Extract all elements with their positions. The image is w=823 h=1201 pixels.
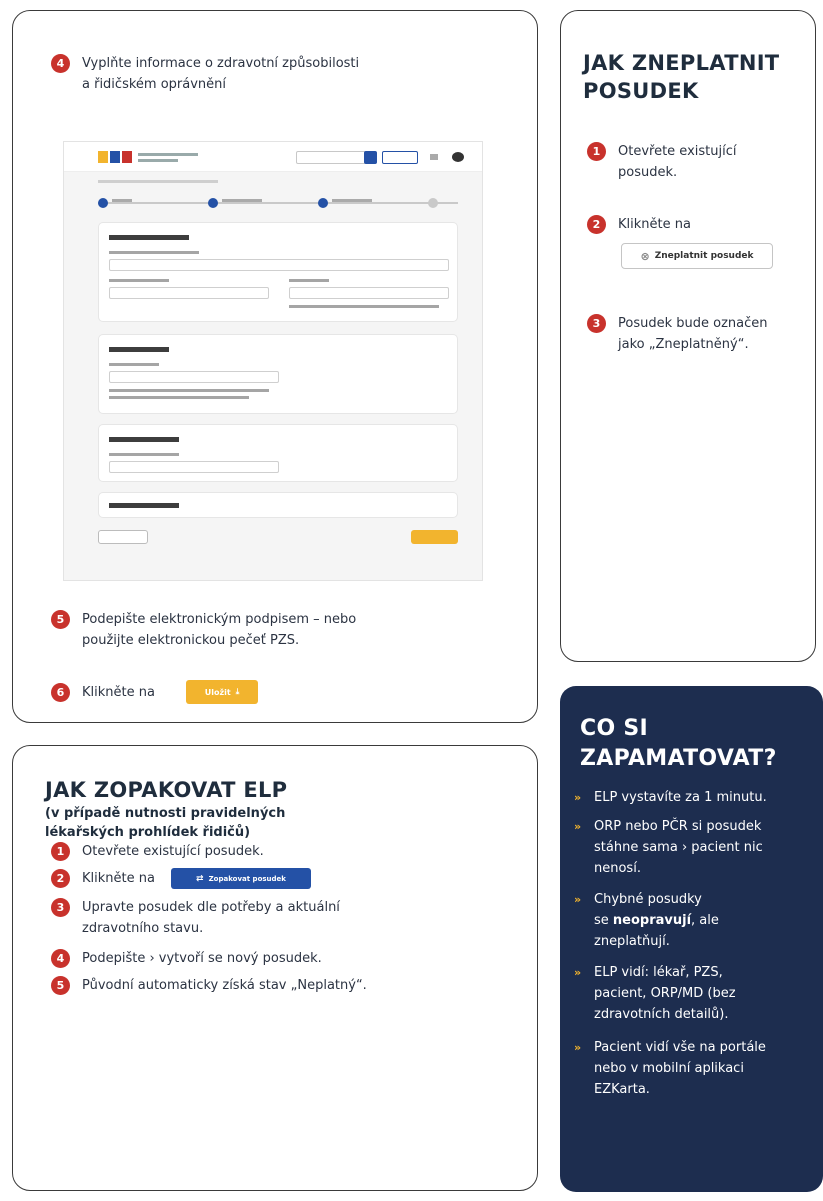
- form-card-illustration: [98, 334, 458, 414]
- step-text: jako „Zneplatněný“.: [618, 337, 749, 352]
- step-number: 6: [51, 683, 70, 702]
- step-text: Podepište › vytvoří se nový posudek.: [82, 951, 322, 966]
- step-number: 3: [587, 314, 606, 333]
- logo-icon: [98, 151, 108, 163]
- remember-panel: CO SI ZAPAMATOVAT? » ELP vystavíte za 1 …: [560, 686, 823, 1192]
- repeat-button-label: Zopakovat posudek: [208, 874, 286, 883]
- step-6: 6 Klikněte na: [51, 682, 155, 703]
- panel-title: JAK ZNEPLATNIT POSUDEK: [583, 51, 780, 103]
- repeat-step-3: 3 Upravte posudek dle potřeby a aktuální…: [51, 897, 340, 939]
- bullet-icon: »: [574, 791, 582, 804]
- panel-subtitle: (v případě nutnosti pravidelných lékařsk…: [45, 806, 286, 840]
- repeat-button[interactable]: ⇄ Zopakovat posudek: [171, 868, 311, 889]
- step-text: Upravte posudek dle potřeby a aktuální: [82, 900, 340, 915]
- bullet-icon: »: [574, 820, 582, 833]
- bullet-icon: »: [574, 966, 582, 979]
- invalidate-panel: JAK ZNEPLATNIT POSUDEK 1 Otevřete existu…: [560, 10, 816, 662]
- step-text: Původní automaticky získá stav „Neplatný…: [82, 978, 367, 993]
- progress-steps-illustration: [98, 198, 458, 208]
- step-text: Klikněte na: [82, 685, 155, 700]
- step-number: 4: [51, 54, 70, 73]
- step-text: použijte elektronickou pečeť PZS.: [82, 633, 300, 648]
- step-text: Vyplňte informace o zdravotní způsobilos…: [82, 56, 360, 71]
- repeat-step-1: 1 Otevřete existující posudek.: [51, 841, 264, 862]
- bullet-icon: »: [574, 1041, 582, 1054]
- repeat-step-4: 4 Podepište › vytvoří se nový posudek.: [51, 948, 322, 969]
- select-illustration: [382, 151, 418, 164]
- step-number: 4: [51, 949, 70, 968]
- step-number: 5: [51, 610, 70, 629]
- remember-bullet: » ELP vidí: lékař, PZS, pacient, ORP/MD …: [574, 962, 819, 1025]
- form-card-illustration: [98, 222, 458, 322]
- repeat-step-2: 2 Klikněte na: [51, 868, 155, 889]
- search-icon: [364, 151, 377, 164]
- bullet-icon: »: [574, 893, 582, 906]
- logo-icon: [122, 151, 132, 163]
- steps-panel: 4 Vyplňte informace o zdravotní způsobil…: [12, 10, 538, 723]
- remember-bullet: » Chybné posudky se neopravují, ale znep…: [574, 889, 819, 952]
- step-number: 3: [51, 898, 70, 917]
- repeat-icon: ⇄: [196, 873, 204, 884]
- back-button-illustration: [98, 530, 148, 544]
- user-icon: [430, 154, 438, 160]
- cancel-circle-icon: ⊗: [640, 249, 650, 263]
- repeat-panel: JAK ZOPAKOVAT ELP (v případě nutnosti pr…: [12, 745, 538, 1191]
- step-number: 2: [51, 869, 70, 888]
- invalidate-button[interactable]: ⊗ Zneplatnit posudek: [621, 243, 773, 269]
- remember-bullet: » ORP nebo PČR si posudek stáhne sama › …: [574, 816, 819, 879]
- download-icon: ⤓: [235, 687, 240, 696]
- logo-icon: [110, 151, 120, 163]
- step-4: 4 Vyplňte informace o zdravotní způsobil…: [51, 53, 359, 95]
- panel-title: CO SI ZAPAMATOVAT?: [580, 716, 777, 771]
- form-screenshot-illustration: [63, 141, 483, 581]
- step-text: a řidičském oprávnění: [82, 77, 226, 92]
- step-text: Posudek bude označen: [618, 316, 768, 331]
- step-text: Podepište elektronickým podpisem – nebo: [82, 612, 357, 627]
- toggle-icon: [452, 152, 464, 162]
- save-button-label: Uložit: [204, 687, 231, 697]
- save-button-illustration: [411, 530, 458, 544]
- step-5: 5 Podepište elektronickým podpisem – neb…: [51, 609, 356, 651]
- repeat-step-5: 5 Původní automaticky získá stav „Neplat…: [51, 975, 367, 996]
- panel-title: JAK ZOPAKOVAT ELP: [45, 778, 288, 802]
- form-card-illustration: [98, 424, 458, 482]
- step-number: 5: [51, 976, 70, 995]
- invalidate-button-label: Zneplatnit posudek: [654, 251, 754, 261]
- portal-header-illustration: [64, 142, 482, 172]
- save-button[interactable]: Uložit ⤓: [186, 680, 258, 704]
- invalidate-step-3: 3 Posudek bude označen jako „Zneplatněný…: [587, 313, 768, 355]
- step-text: Klikněte na: [618, 217, 691, 232]
- step-text: Otevřete existující: [618, 144, 737, 159]
- invalidate-step-2: 2 Klikněte na: [587, 214, 691, 235]
- form-card-illustration: [98, 492, 458, 518]
- step-text: posudek.: [618, 165, 678, 180]
- step-text: Klikněte na: [82, 871, 155, 886]
- remember-bullet: » Pacient vidí vše na portále nebo v mob…: [574, 1037, 819, 1100]
- remember-bullet: » ELP vystavíte za 1 minutu.: [574, 787, 819, 808]
- step-text: zdravotního stavu.: [82, 921, 204, 936]
- step-number: 2: [587, 215, 606, 234]
- invalidate-step-1: 1 Otevřete existující posudek.: [587, 141, 736, 183]
- step-text: Otevřete existující posudek.: [82, 844, 264, 859]
- search-input-illustration: [296, 151, 366, 164]
- step-number: 1: [587, 142, 606, 161]
- breadcrumb-illustration: [98, 180, 218, 183]
- step-number: 1: [51, 842, 70, 861]
